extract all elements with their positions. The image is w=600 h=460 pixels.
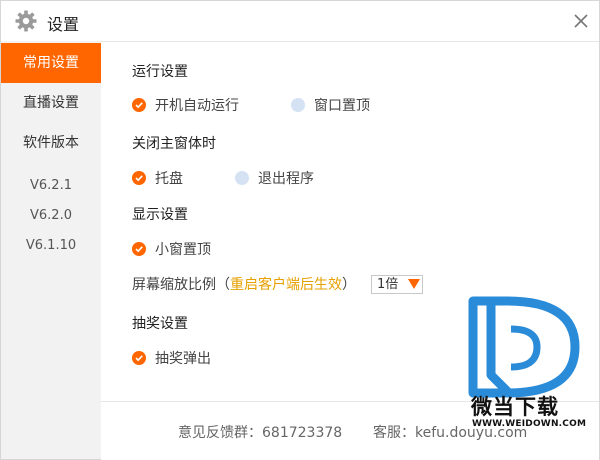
radio-unchecked-icon[interactable]: [291, 98, 305, 112]
scale-select-value: 1倍: [377, 277, 399, 292]
sidebar: 常用设置 直播设置 软件版本 V6.2.1 V6.2.0 V6.1.10: [1, 41, 101, 459]
version-item[interactable]: V6.2.1: [1, 178, 101, 193]
option-auto-start[interactable]: 开机自动运行: [132, 95, 239, 115]
option-label: 开机自动运行: [155, 98, 239, 114]
gear-icon: [15, 10, 37, 32]
option-mini-top[interactable]: 小窗置顶: [132, 239, 211, 259]
scale-select[interactable]: 1倍: [371, 275, 423, 294]
radio-checked-icon[interactable]: [132, 351, 146, 365]
radio-unchecked-icon[interactable]: [235, 171, 249, 185]
watermark-url: WWW.WEIDOWN.COM: [472, 419, 587, 429]
close-button[interactable]: [571, 11, 591, 31]
section-title-lottery: 抽奖设置: [132, 316, 188, 332]
close-icon: [574, 14, 588, 28]
sidebar-item-version[interactable]: 软件版本: [1, 123, 101, 163]
feedback-group: 意见反馈群：681723378: [178, 425, 343, 441]
sidebar-item-live[interactable]: 直播设置: [1, 83, 101, 123]
radio-checked-icon[interactable]: [132, 171, 146, 185]
option-label: 小窗置顶: [155, 242, 211, 258]
option-label: 退出程序: [258, 171, 314, 187]
section-title-display: 显示设置: [132, 207, 188, 223]
option-exit[interactable]: 退出程序: [235, 168, 314, 188]
scale-close: ）: [342, 277, 356, 293]
radio-checked-icon[interactable]: [132, 98, 146, 112]
dropdown-arrow-icon: [408, 279, 420, 289]
title-bar: 设置: [1, 1, 599, 42]
watermark-text: 微当下载: [471, 395, 559, 419]
scale-label: 屏幕缩放比例（: [132, 277, 230, 293]
radio-checked-icon[interactable]: [132, 242, 146, 256]
option-tray[interactable]: 托盘: [132, 168, 183, 188]
section-title-close: 关闭主窗体时: [132, 136, 216, 152]
version-item[interactable]: V6.2.0: [1, 208, 101, 223]
scale-row: 屏幕缩放比例（ 重启客户端后生效）: [132, 274, 356, 294]
scale-hint: 重启客户端后生效: [230, 277, 342, 293]
sidebar-item-general[interactable]: 常用设置: [1, 43, 101, 83]
option-window-top[interactable]: 窗口置顶: [291, 95, 370, 115]
section-title-run: 运行设置: [132, 64, 188, 80]
settings-window: 设置 常用设置 直播设置 软件版本 V6.2.1 V6.2.0 V6.1.10 …: [0, 0, 600, 460]
option-label: 抽奖弹出: [155, 351, 211, 367]
version-item[interactable]: V6.1.10: [1, 238, 101, 253]
window-title: 设置: [47, 15, 80, 34]
option-label: 窗口置顶: [314, 98, 370, 114]
option-lottery-popup[interactable]: 抽奖弹出: [132, 348, 211, 368]
option-label: 托盘: [155, 171, 183, 187]
